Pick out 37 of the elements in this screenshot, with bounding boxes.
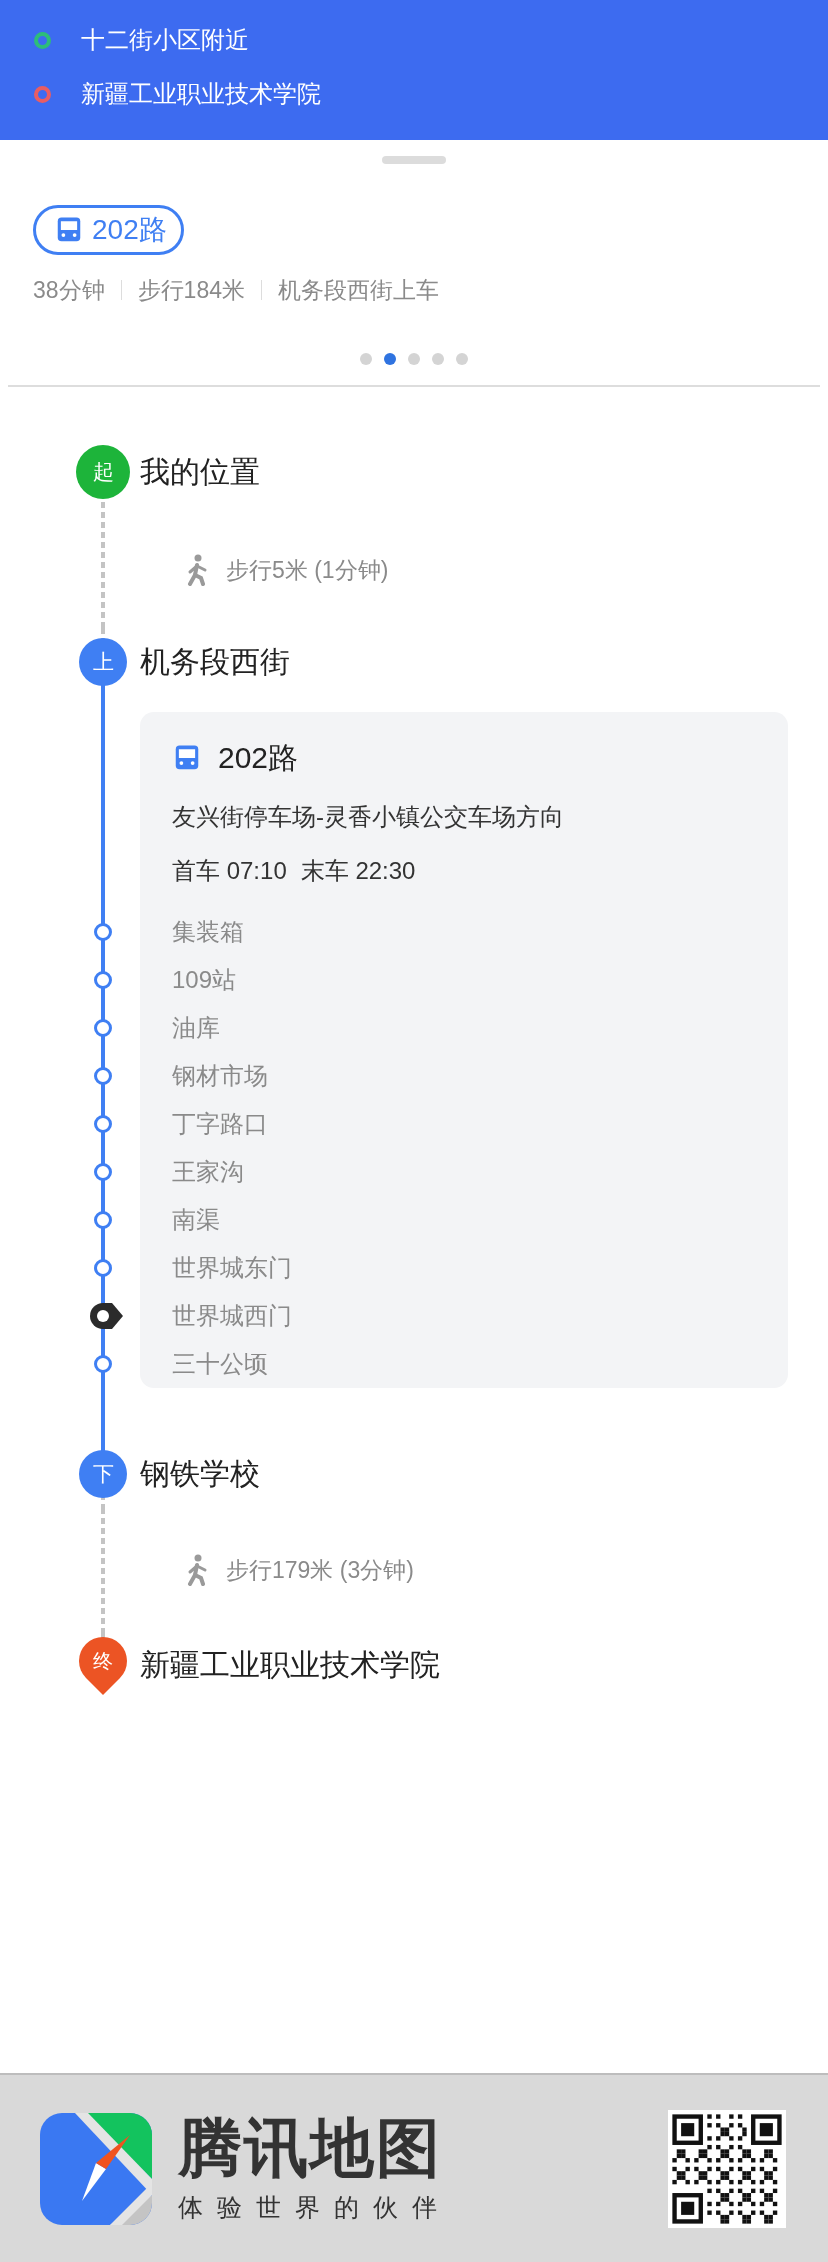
stop-title: 我的位置 [140,453,260,490]
stop-name: 油库 [171,1013,221,1043]
stop-name: 南渠 [171,1205,221,1235]
brand-name: 腾讯地图 [178,2112,443,2184]
walk-instruction: 步行5米 (1分钟) [226,555,389,585]
route-fact: 机务段西街上车 [277,275,439,305]
service-time: 末车 22:30 [300,856,416,886]
page-dot[interactable] [360,353,372,365]
page-dot[interactable] [384,353,396,365]
bus-line-tag: 202路 [33,205,184,255]
start-marker: 起 [76,445,130,499]
stop-name: 三十公顷 [171,1349,269,1379]
place-name: 十二街小区附近 [81,25,249,55]
stop-title: 钢铁学校 [140,1455,260,1492]
stop-name: 世界城西门 [171,1301,293,1331]
walk-instruction: 步行179米 (3分钟) [226,1555,414,1585]
page-dot[interactable] [432,353,444,365]
stop-title: 机务段西街 [140,643,290,680]
alight-marker: 下 [79,1450,127,1498]
stop-title: 新疆工业职业技术学院 [140,1646,440,1683]
stop-name: 世界城东门 [171,1253,293,1283]
place-name: 新疆工业职业技术学院 [81,79,321,109]
page-dot[interactable] [456,353,468,365]
stop-name: 王家沟 [171,1157,245,1187]
page-dot[interactable] [408,353,420,365]
stop-name: 钢材市场 [171,1061,269,1091]
route-direction: 友兴街停车场-灵香小镇公交车场方向 [172,802,565,832]
bus-line-name: 202路 [218,739,299,776]
board-marker: 上 [79,638,127,686]
stop-name: 集装箱 [171,917,245,947]
route-fact: 38分钟 [33,275,105,305]
route-fact: 步行184米 [137,275,245,305]
stop-name: 109站 [171,965,238,995]
service-time: 首车 07:10 [172,856,287,886]
drag-handle[interactable] [382,156,446,164]
stop-name: 丁字路口 [171,1109,269,1139]
slogan: 体验世界的伙伴 [178,2192,452,2224]
